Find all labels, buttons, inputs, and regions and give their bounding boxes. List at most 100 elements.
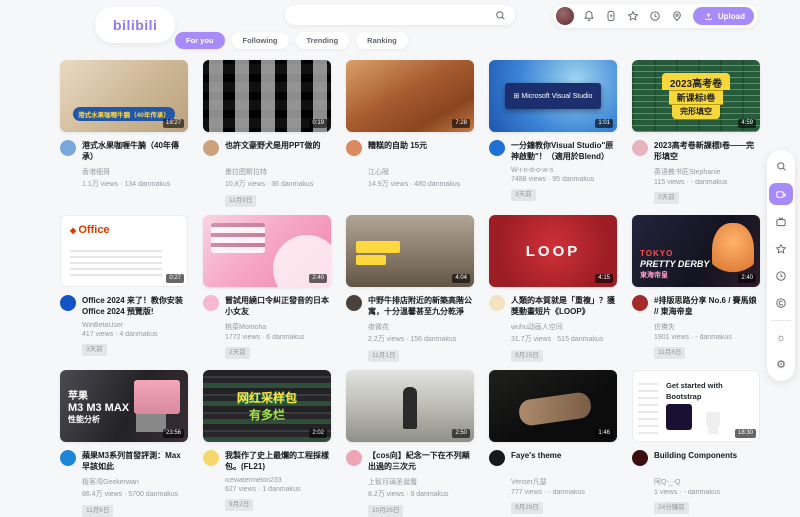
uploader-avatar[interactable] bbox=[60, 140, 76, 156]
video-title[interactable]: Faye's theme bbox=[511, 450, 617, 472]
video-card[interactable]: 苹果M3 M3 MAX性能分析 23:56 蘋果M3系列首發評測：Max早該如此… bbox=[60, 370, 188, 513]
uploader-name[interactable]: Venser凡瑟 bbox=[511, 477, 617, 487]
video-thumbnail[interactable]: 2:50 bbox=[346, 370, 474, 442]
video-title[interactable]: 2023高考卷新課標I卷——完形填空 bbox=[654, 140, 760, 162]
video-title[interactable]: 蘋果M3系列首發評測：Max早該如此 bbox=[82, 450, 188, 472]
video-title[interactable]: 一分鐘教你Visual Studio"原神啟動"！（適用於Blend） bbox=[511, 140, 617, 162]
uploader-name[interactable]: 桃菜Momoha bbox=[225, 322, 331, 332]
star-icon[interactable] bbox=[627, 10, 640, 23]
uploader-avatar[interactable] bbox=[60, 450, 76, 466]
video-title[interactable]: 也許文豪野犬是用PPT做的 bbox=[225, 140, 331, 162]
toolbar-copyright-icon[interactable] bbox=[770, 293, 792, 313]
toolbar-theme-icon[interactable]: ☼ bbox=[770, 328, 792, 348]
uploader-name[interactable]: 夜微花 bbox=[368, 322, 474, 332]
video-card[interactable]: LOOP 4:15 人類的本質就是「重複」？獲獎動畫短片《LOOP》 wuhu动… bbox=[489, 215, 617, 358]
history-icon[interactable] bbox=[649, 10, 662, 23]
video-thumbnail[interactable]: 4:04 bbox=[346, 215, 474, 287]
video-thumbnail[interactable]: 2:40 bbox=[203, 215, 331, 287]
tab-following[interactable]: Following bbox=[232, 32, 289, 49]
uploader-avatar[interactable] bbox=[203, 450, 219, 466]
dynamic-icon[interactable] bbox=[605, 10, 618, 23]
uploader-avatar[interactable] bbox=[632, 140, 648, 156]
uploader-name[interactable]: 极客湾Geekerwan bbox=[82, 477, 188, 487]
video-card[interactable]: 4:04 中野牛排店附近的新築高階公寓，十分溫馨甚至九分乾淨 夜微花 2.2万 … bbox=[346, 215, 474, 358]
toolbar-settings-icon[interactable]: ⚙ bbox=[770, 355, 792, 375]
uploader-avatar[interactable] bbox=[632, 295, 648, 311]
uploader-avatar[interactable] bbox=[203, 140, 219, 156]
video-title[interactable]: 中野牛排店附近的新築高階公寓，十分溫馨甚至九分乾淨 bbox=[368, 295, 474, 317]
video-title[interactable]: 【cos向】紀念一下在不列顛出過的三次元 bbox=[368, 450, 474, 472]
uploader-name[interactable]: 江心賦 bbox=[368, 167, 474, 177]
video-title[interactable]: 糟糕的自助 15元 bbox=[368, 140, 474, 162]
video-thumbnail[interactable]: 苹果M3 M3 MAX性能分析 23:56 bbox=[60, 370, 188, 442]
video-thumbnail[interactable]: Microsoft Visual Studio 1:01 bbox=[489, 60, 617, 132]
video-card[interactable]: TOKYOPRETTY DERBY東海帝皇 2:40 #排版思路分享 No.6 … bbox=[632, 215, 760, 358]
uploader-avatar[interactable] bbox=[489, 295, 505, 311]
video-thumbnail[interactable]: 7:28 bbox=[346, 60, 474, 132]
uploader-avatar[interactable] bbox=[489, 450, 505, 466]
toolbar-history-icon[interactable] bbox=[770, 266, 792, 286]
user-avatar[interactable] bbox=[556, 7, 574, 25]
video-thumbnail[interactable]: TOKYOPRETTY DERBY東海帝皇 2:40 bbox=[632, 215, 760, 287]
video-meta: 【cos向】紀念一下在不列顛出過的三次元 上智月璃圣诞魔 8.2万 views … bbox=[346, 442, 474, 517]
video-card[interactable]: 2:50 【cos向】紀念一下在不列顛出過的三次元 上智月璃圣诞魔 8.2万 v… bbox=[346, 370, 474, 513]
video-card[interactable]: 2023高考卷新课标I卷完形填空 4:59 2023高考卷新課標I卷——完形填空… bbox=[632, 60, 760, 203]
video-card[interactable]: Microsoft Visual Studio 1:01 一分鐘教你Visual… bbox=[489, 60, 617, 203]
video-title[interactable]: 嘗試用繞口令糾正發音的日本小女友 bbox=[225, 295, 331, 317]
video-stats: 8.2万 views · 9 danmakus bbox=[368, 489, 474, 499]
uploader-avatar[interactable] bbox=[346, 140, 362, 156]
location-pin-icon[interactable] bbox=[671, 10, 684, 23]
uploader-name[interactable]: 上智月璃圣诞魔 bbox=[368, 477, 474, 487]
video-card[interactable]: Office 0:27 Office 2024 来了！教你安装 Office 2… bbox=[60, 215, 188, 358]
uploader-name[interactable]: wuhu动画人空间 bbox=[511, 322, 617, 332]
video-title[interactable]: 港式水果咖喱牛腩（40年傳承） bbox=[82, 140, 188, 162]
uploader-name[interactable]: 香港细哥 bbox=[82, 167, 188, 177]
video-title[interactable]: #排版思路分享 No.6 / 賽馬娘 // 東海帝皇 bbox=[654, 295, 760, 317]
toolbar-feed-icon[interactable] bbox=[769, 183, 793, 205]
video-card[interactable]: 港式水果咖喱牛腩（40年传承） 19:27 港式水果咖喱牛腩（40年傳承） 香港… bbox=[60, 60, 188, 203]
uploader-avatar[interactable] bbox=[346, 295, 362, 311]
toolbar-search-icon[interactable] bbox=[770, 156, 792, 176]
video-card[interactable]: 7:28 糟糕的自助 15元 江心賦 14.9万 views · 480 dan… bbox=[346, 60, 474, 203]
video-title[interactable]: Building Components bbox=[654, 450, 760, 472]
uploader-name[interactable]: 阿Q-_-Q bbox=[654, 477, 760, 487]
uploader-name[interactable]: 仿佛失 bbox=[654, 322, 760, 332]
uploader-name[interactable]: 墨拉图斯拉特 bbox=[225, 167, 331, 177]
video-card[interactable]: 网红采样包有多烂 2:02 我製作了史上最爛的工程採樣包。(FL21) icew… bbox=[203, 370, 331, 513]
uploader-name[interactable]: W-i-n-d-o-w-s bbox=[511, 167, 617, 174]
video-thumbnail[interactable]: 网红采样包有多烂 2:02 bbox=[203, 370, 331, 442]
uploader-avatar[interactable] bbox=[203, 295, 219, 311]
video-thumbnail[interactable]: 港式水果咖喱牛腩（40年传承） 19:27 bbox=[60, 60, 188, 132]
toolbar-favorites-icon[interactable] bbox=[770, 239, 792, 259]
uploader-avatar[interactable] bbox=[632, 450, 648, 466]
video-thumbnail[interactable]: Office 0:27 bbox=[60, 215, 188, 287]
uploader-name[interactable]: 英语教书匠Stephanie bbox=[654, 167, 760, 177]
search-icon[interactable] bbox=[494, 9, 507, 22]
toolbar-tv-icon[interactable] bbox=[770, 212, 792, 232]
uploader-name[interactable]: WinBetaUser bbox=[82, 322, 188, 329]
video-card[interactable]: 2:40 嘗試用繞口令糾正發音的日本小女友 桃菜Momoha 1772 view… bbox=[203, 215, 331, 358]
video-thumbnail[interactable]: 0:19 bbox=[203, 60, 331, 132]
video-card[interactable]: 1:46 Faye's theme Venser凡瑟 777 views · -… bbox=[489, 370, 617, 513]
site-logo[interactable]: bilibili bbox=[95, 7, 175, 43]
tab-trending[interactable]: Trending bbox=[296, 32, 350, 49]
bell-icon[interactable] bbox=[583, 10, 596, 23]
uploader-avatar[interactable] bbox=[60, 295, 76, 311]
video-title[interactable]: 我製作了史上最爛的工程採樣包。(FL21) bbox=[225, 450, 331, 472]
video-card[interactable]: Get started withBootstrap 18:30 Building… bbox=[632, 370, 760, 513]
video-title[interactable]: Office 2024 来了！教你安装 Office 2024 預覽版! bbox=[82, 295, 188, 317]
video-title[interactable]: 人類的本質就是「重複」？獲獎動畫短片《LOOP》 bbox=[511, 295, 617, 317]
video-card[interactable]: 0:19 也許文豪野犬是用PPT做的 墨拉图斯拉特 10.8万 views · … bbox=[203, 60, 331, 203]
uploader-avatar[interactable] bbox=[346, 450, 362, 466]
search-bar[interactable] bbox=[285, 5, 515, 25]
upload-button[interactable]: Upload bbox=[693, 7, 754, 25]
tab-ranking[interactable]: Ranking bbox=[356, 32, 408, 49]
uploader-avatar[interactable] bbox=[489, 140, 505, 156]
tab-for-you[interactable]: For you bbox=[175, 32, 225, 49]
video-thumbnail[interactable]: LOOP 4:15 bbox=[489, 215, 617, 287]
video-thumbnail[interactable]: Get started withBootstrap 18:30 bbox=[632, 370, 760, 442]
uploader-name[interactable]: icewatermelon233 bbox=[225, 477, 331, 484]
video-thumbnail[interactable]: 2023高考卷新课标I卷完形填空 4:59 bbox=[632, 60, 760, 132]
video-thumbnail[interactable]: 1:46 bbox=[489, 370, 617, 442]
search-input[interactable] bbox=[293, 11, 494, 20]
